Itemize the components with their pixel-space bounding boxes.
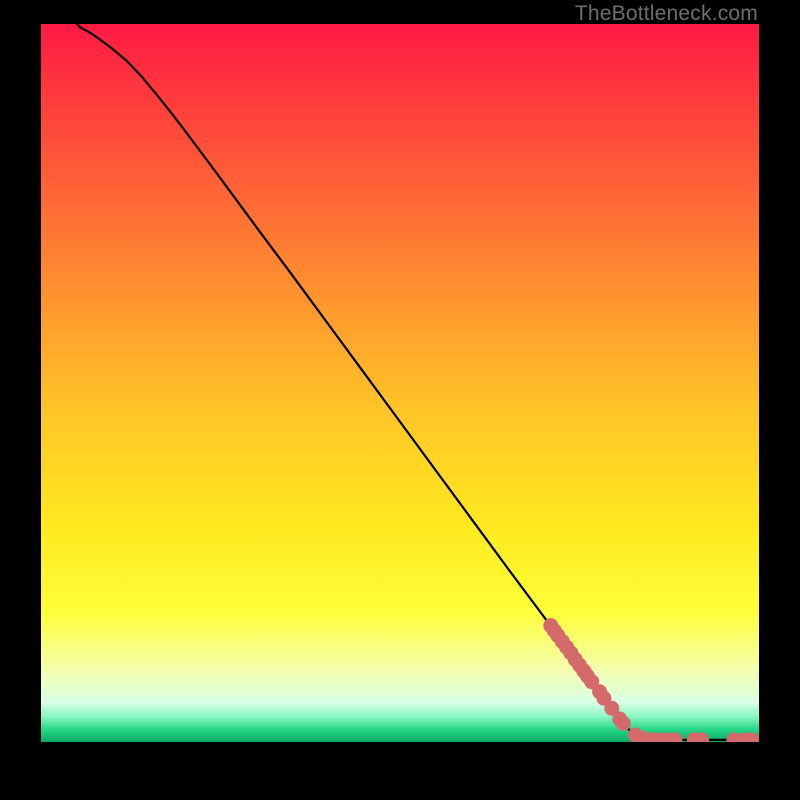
data-markers [543, 618, 759, 742]
chart-curve-layer [41, 24, 759, 742]
watermark-text: TheBottleneck.com [575, 2, 758, 26]
bottleneck-curve [77, 24, 759, 740]
data-marker [616, 716, 631, 731]
chart-plot-area [41, 24, 759, 742]
